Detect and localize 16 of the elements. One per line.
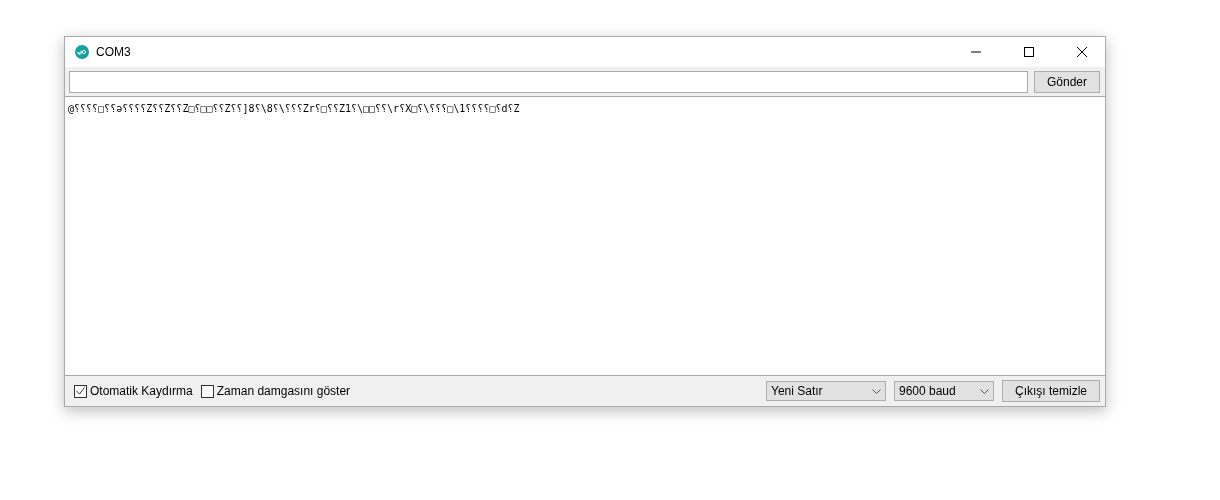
window-title: COM3 bbox=[96, 45, 132, 59]
send-input-field[interactable] bbox=[69, 71, 1028, 93]
clear-output-button[interactable]: Çıkışı temizle bbox=[1002, 380, 1100, 402]
chevron-down-icon bbox=[980, 388, 989, 394]
checkbox[interactable] bbox=[200, 384, 214, 398]
serial-output-text: @⸮⸮⸮⸮□⸮⸮ə⸮⸮⸮⸮Z⸮⸮Z⸮⸮Z□⸮□□⸮⸮Z⸮⸮]8⸮\8⸮\⸮⸮⸮Zr⸮□⸮⸮Z1⸮\□□⸮⸮\r⸮X□⸮\⸮⸮⸮□\1⸮⸮⸮⸮□⸮d⸮Z bbox=[68, 103, 520, 114]
chevron-down-icon bbox=[872, 388, 881, 394]
close-icon bbox=[1077, 47, 1087, 57]
checkbox-label: Zaman damgasını göster bbox=[216, 384, 351, 398]
app-logo-icon bbox=[75, 45, 89, 59]
dropdown[interactable]: 9600 baud bbox=[894, 381, 994, 401]
checkbox-label: Otomatik Kaydırma bbox=[90, 384, 193, 398]
dropdown[interactable]: Yeni Satır bbox=[766, 381, 886, 401]
checkbox[interactable] bbox=[74, 384, 87, 398]
maximize-icon bbox=[1024, 47, 1034, 57]
send-button[interactable]: Gönder bbox=[1033, 71, 1100, 93]
